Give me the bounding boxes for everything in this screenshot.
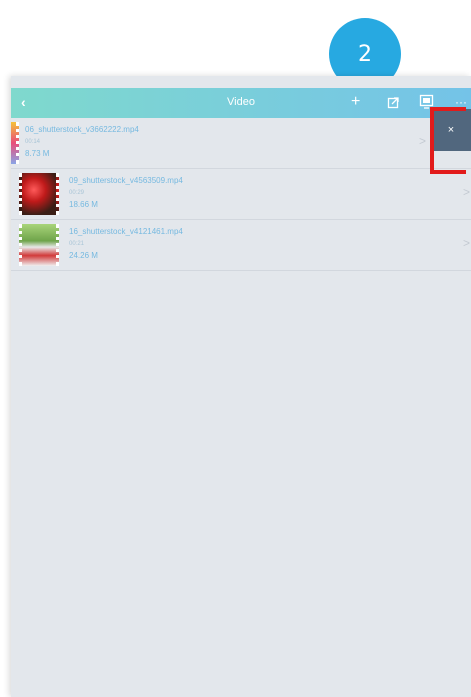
file-size: 8.73 M xyxy=(25,149,50,158)
video-thumbnail xyxy=(11,122,19,164)
file-size: 18.66 M xyxy=(69,200,98,209)
file-name: 06_shutterstock_v3662222.mp4 xyxy=(25,125,139,134)
add-icon[interactable]: + xyxy=(351,92,360,112)
file-name: 09_shutterstock_v4563509.mp4 xyxy=(69,176,183,185)
chevron-right-icon: > xyxy=(419,134,427,148)
chevron-right-icon: > xyxy=(463,236,471,250)
device-screen: ‹ Video + ··· 06_shutterstock_v3662222.m… xyxy=(11,76,471,697)
nav-bar: ‹ Video + ··· xyxy=(11,88,471,118)
video-thumbnail xyxy=(19,224,59,266)
video-thumbnail xyxy=(19,173,59,215)
file-name: 16_shutterstock_v4121461.mp4 xyxy=(69,227,183,236)
page-title: Video xyxy=(227,96,255,108)
list-item[interactable]: 06_shutterstock_v3662222.mp4 00:14 8.73 … xyxy=(11,118,471,169)
file-size: 24.26 M xyxy=(69,251,98,260)
file-duration: 00:21 xyxy=(69,241,85,247)
file-duration: 00:29 xyxy=(69,190,85,196)
highlight-box xyxy=(430,107,466,174)
file-duration: 00:14 xyxy=(25,139,41,145)
import-icon[interactable] xyxy=(387,95,401,115)
list-item[interactable]: 09_shutterstock_v4563509.mp4 00:29 18.66… xyxy=(11,169,471,220)
chevron-right-icon: > xyxy=(463,185,471,199)
list-item[interactable]: 16_shutterstock_v4121461.mp4 00:21 24.26… xyxy=(11,220,471,271)
